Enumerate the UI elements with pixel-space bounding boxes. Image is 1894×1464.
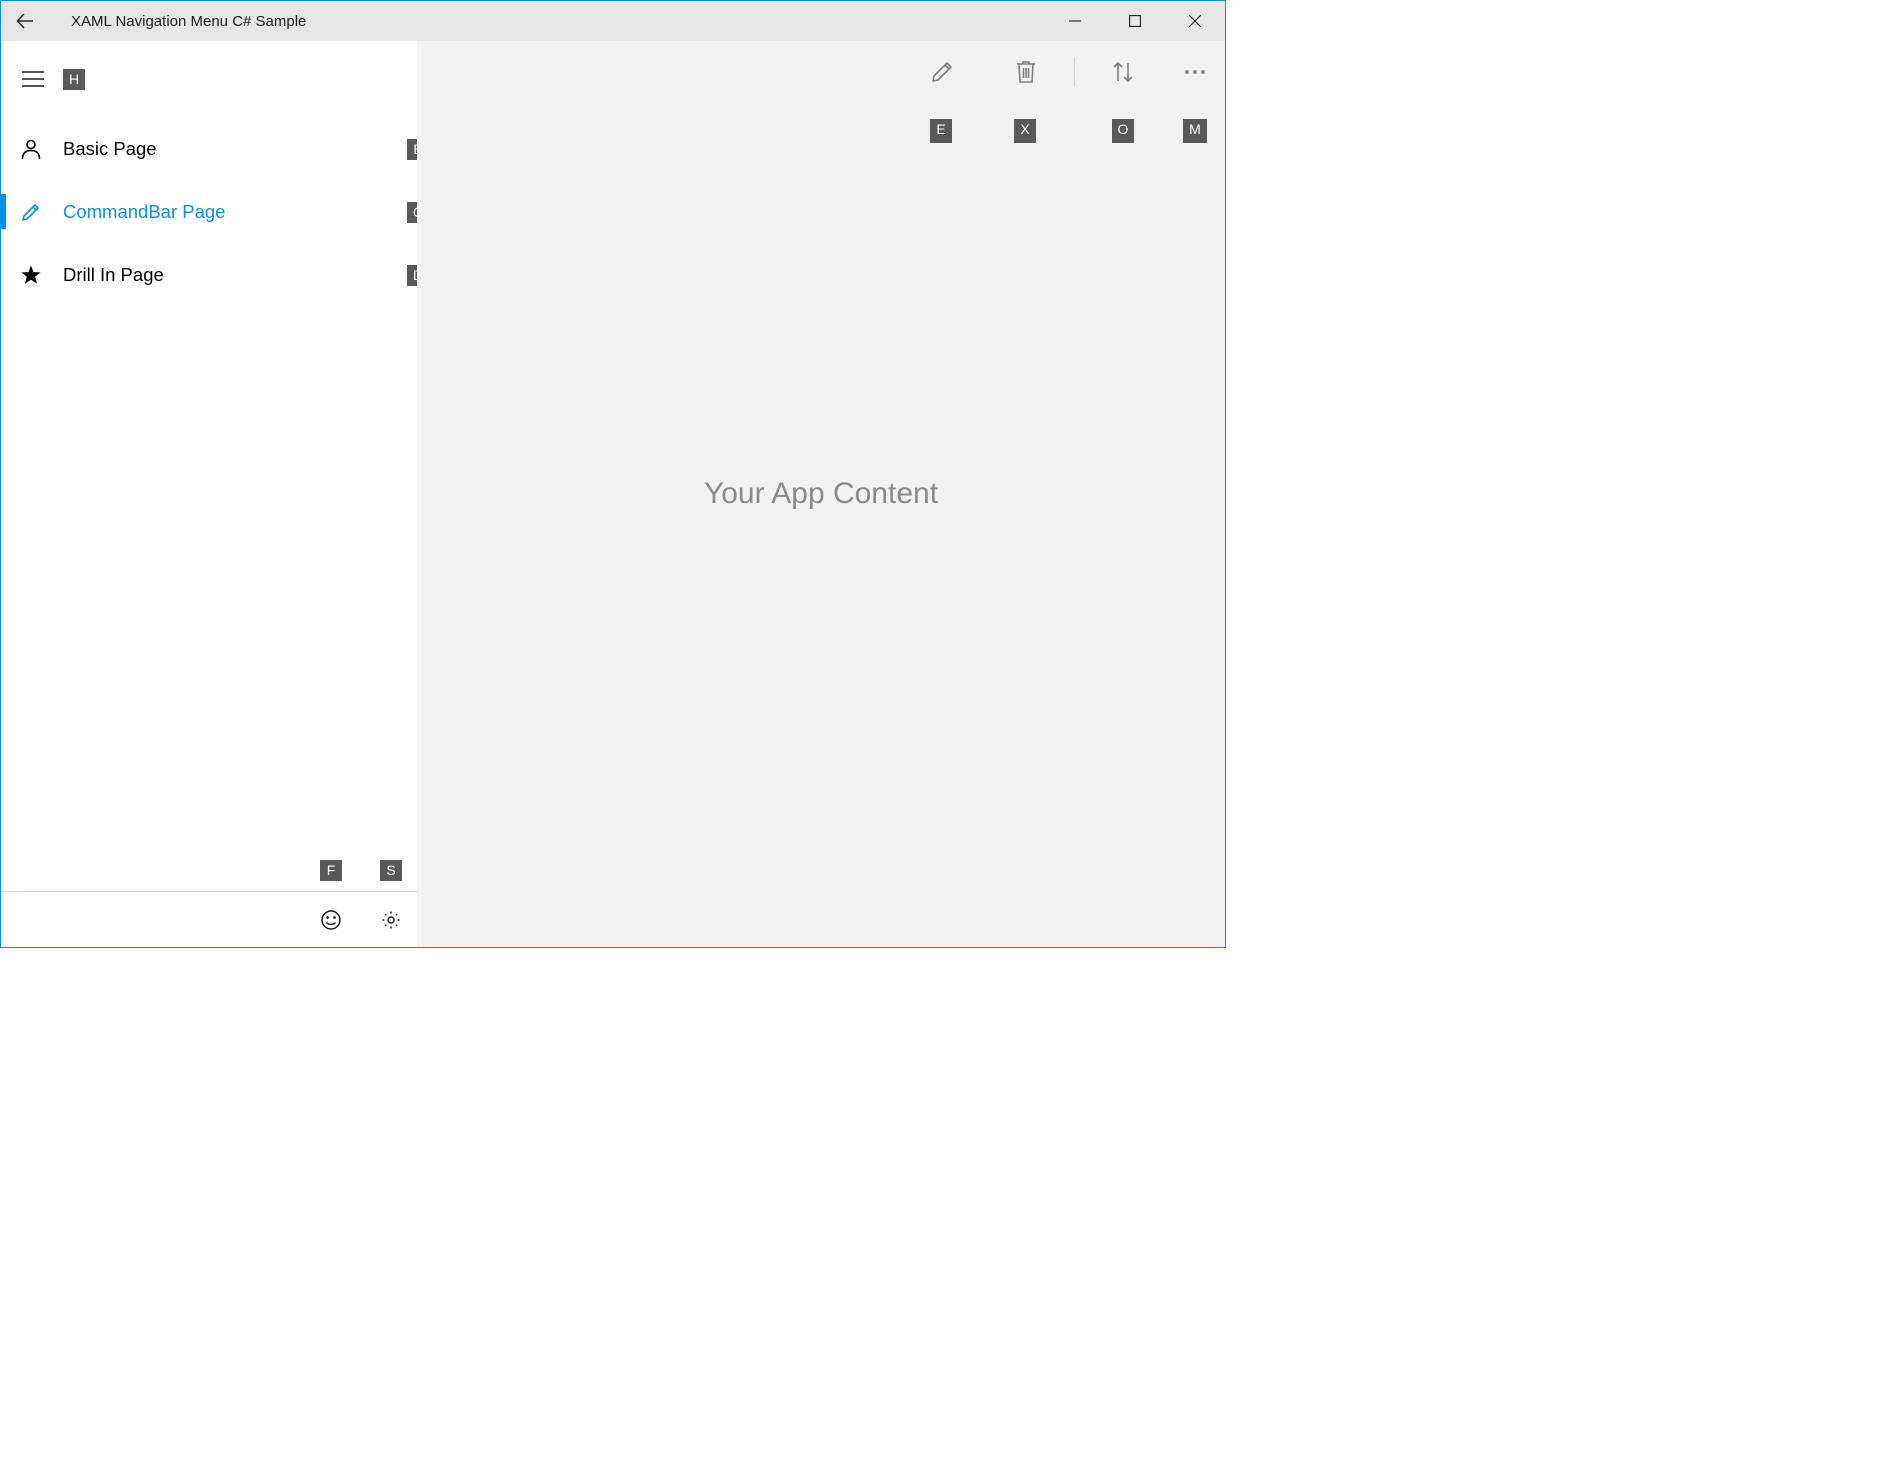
minimize-icon xyxy=(1069,15,1081,27)
gear-icon xyxy=(380,909,402,931)
app-body: H Basic Page B xyxy=(1,41,1225,947)
nav-item-drillin[interactable]: Drill In Page D xyxy=(1,243,417,306)
minimize-button[interactable] xyxy=(1045,1,1105,41)
keytip-hamburger: H xyxy=(63,69,85,90)
settings-button[interactable] xyxy=(379,908,403,932)
nav-item-label: Basic Page xyxy=(63,138,157,160)
maximize-button[interactable] xyxy=(1105,1,1165,41)
content-body: Your App Content xyxy=(417,41,1225,947)
keytip-settings: S xyxy=(380,860,402,881)
nav-bottom-keytips: F S xyxy=(319,860,417,881)
nav-item-label: Drill In Page xyxy=(63,264,164,286)
content-pane: E X O M Your App Content xyxy=(417,41,1225,947)
window-controls xyxy=(1045,1,1225,41)
person-icon xyxy=(19,137,43,161)
nav-footer xyxy=(1,891,417,947)
star-icon xyxy=(19,263,43,287)
nav-item-commandbar[interactable]: CommandBar Page C xyxy=(1,180,417,243)
hamburger-icon xyxy=(22,71,44,87)
feedback-button[interactable] xyxy=(319,908,343,932)
maximize-icon xyxy=(1129,15,1141,27)
app-window: XAML Navigation Menu C# Sample xyxy=(0,0,1226,948)
content-placeholder: Your App Content xyxy=(704,477,938,511)
smiley-icon xyxy=(320,909,342,931)
nav-header: H xyxy=(1,41,417,117)
close-button[interactable] xyxy=(1165,1,1225,41)
nav-list: Basic Page B CommandBar Page C xyxy=(1,117,417,306)
edit-icon xyxy=(19,200,43,224)
arrow-left-icon xyxy=(16,12,34,30)
keytip-feedback: F xyxy=(320,860,342,881)
window-title: XAML Navigation Menu C# Sample xyxy=(71,13,306,30)
titlebar: XAML Navigation Menu C# Sample xyxy=(1,1,1225,41)
close-icon xyxy=(1189,15,1201,27)
nav-pane: H Basic Page B xyxy=(1,41,417,947)
nav-item-basic[interactable]: Basic Page B xyxy=(1,117,417,180)
hamburger-button[interactable] xyxy=(19,65,47,93)
nav-item-label: CommandBar Page xyxy=(63,201,225,223)
back-button[interactable] xyxy=(1,1,49,41)
